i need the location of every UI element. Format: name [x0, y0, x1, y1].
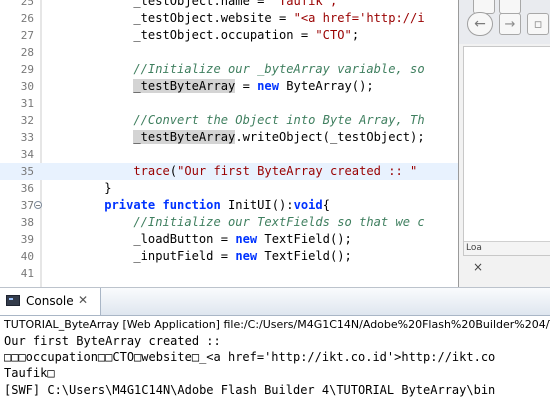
code-token: void — [293, 198, 323, 212]
code-token: _testObject.website = — [46, 11, 294, 25]
code-token: _loadButton = — [46, 232, 236, 246]
line-number: 29 — [20, 63, 34, 76]
console-output-line: Our first ByteArray created :: — [4, 334, 221, 348]
code-token: ByteArray(); — [279, 79, 374, 93]
code-token: function — [162, 198, 221, 212]
code-text: private function InitUI():void{ — [46, 197, 330, 214]
browser-tab-button-2[interactable] — [499, 0, 521, 14]
code-token: .writeObject(_testObject); — [235, 130, 425, 144]
code-text: //Initialize our TextFields so that we c — [46, 214, 425, 231]
code-token: _testByteArray — [133, 79, 236, 93]
code-token: TextField(); — [257, 249, 352, 263]
close-icon[interactable]: × — [473, 260, 483, 274]
code-token: new — [257, 79, 279, 93]
tab-console-label: Console — [26, 294, 74, 308]
code-text: _testObject.name = "Taufik"; — [46, 0, 337, 10]
fold-toggle-icon[interactable]: − — [34, 201, 42, 210]
code-token: "Our first ByteArray created :: " — [177, 164, 418, 178]
code-token: _testByteArray — [133, 130, 236, 144]
code-token: //Initialize our _byteArray variable, so — [46, 62, 425, 76]
line-number: 38 — [20, 216, 34, 229]
console-output-line: □□□occupation□□CTO□website□_<a href='htt… — [4, 350, 496, 364]
code-token: _testObject.occupation = — [46, 28, 316, 42]
line-number: 31 — [20, 97, 34, 110]
console-panel: Console ✕ TUTORIAL_ByteArray [Web Applic… — [0, 287, 550, 401]
line-number: 27 — [20, 29, 34, 42]
line-number: 40 — [20, 250, 34, 263]
code-token: { — [322, 198, 330, 212]
code-token: InitUI(): — [220, 198, 294, 212]
browser-toolbar: ← → ▫ — [459, 0, 550, 44]
line-number: 35 — [20, 165, 34, 178]
code-text: _loadButton = new TextField(); — [46, 231, 352, 248]
console-output-line: Taufik□ — [4, 366, 55, 380]
code-token: "Taufik"; — [271, 0, 338, 8]
browser-window[interactable]: ← → ▫ Loa × — [458, 0, 550, 287]
code-token: private — [104, 198, 156, 212]
line-number: 41 — [20, 267, 34, 280]
code-text: _testByteArray = new ByteArray(); — [46, 78, 374, 95]
code-text: _testByteArray.writeObject(_testObject); — [46, 129, 425, 146]
line-number: 28 — [20, 46, 34, 59]
code-token: ( — [169, 164, 178, 178]
line-number: 39 — [20, 233, 34, 246]
code-token: _testObject.name = — [46, 0, 272, 8]
code-text: _testObject.occupation = "CTO"; — [46, 27, 359, 44]
close-icon[interactable]: ✕ — [78, 293, 88, 307]
line-number: 26 — [20, 12, 34, 25]
code-token: TextField(); — [257, 232, 352, 246]
line-number: 34 — [20, 148, 34, 161]
forward-arrow-icon[interactable]: → — [499, 13, 521, 35]
code-token: = — [235, 79, 258, 93]
code-text: trace("Our first ByteArray created :: " — [46, 163, 417, 180]
code-editor[interactable]: 25 _testObject.name = "Taufik"; 26 _testO… — [0, 0, 550, 287]
page-icon[interactable]: ▫ — [527, 13, 549, 35]
code-token: //Convert the Object into Byte Array, Th — [46, 113, 425, 127]
code-text: } — [46, 180, 112, 197]
code-text: //Convert the Object into Byte Array, Th — [46, 112, 425, 129]
line-number: 30 — [20, 80, 34, 93]
code-token: "<a href='http://i — [293, 11, 425, 25]
code-token: new — [235, 232, 258, 246]
line-number: 33 — [20, 131, 34, 144]
console-tabbar: Console ✕ — [0, 288, 550, 316]
console-output-line: [SWF] C:\Users\M4G1C14N\Adobe Flash Buil… — [4, 383, 496, 397]
code-text: //Initialize our _byteArray variable, so — [46, 61, 425, 78]
code-token: } — [46, 181, 112, 195]
console-launch-info: TUTORIAL_ByteArray [Web Application] fil… — [4, 318, 550, 331]
line-number: 32 — [20, 114, 34, 127]
browser-status-bar: Loa — [464, 241, 550, 255]
back-arrow-icon[interactable]: ← — [467, 12, 493, 36]
code-token: "CTO" — [315, 28, 352, 42]
line-number: 36 — [20, 182, 34, 195]
line-number: 37 — [20, 199, 34, 212]
line-number: 25 — [20, 0, 34, 8]
code-token: ; — [351, 28, 360, 42]
code-text: _inputField = new TextField(); — [46, 248, 352, 265]
console-icon — [6, 295, 20, 306]
code-token: trace — [133, 164, 170, 178]
code-text: _testObject.website = "<a href='http://i — [46, 10, 425, 27]
code-token: new — [235, 249, 258, 263]
browser-page: Loa — [463, 46, 550, 256]
tab-console[interactable]: Console ✕ — [0, 288, 101, 315]
code-token: _inputField = — [46, 249, 236, 263]
code-token: //Initialize our TextFields so that we c — [46, 215, 425, 229]
